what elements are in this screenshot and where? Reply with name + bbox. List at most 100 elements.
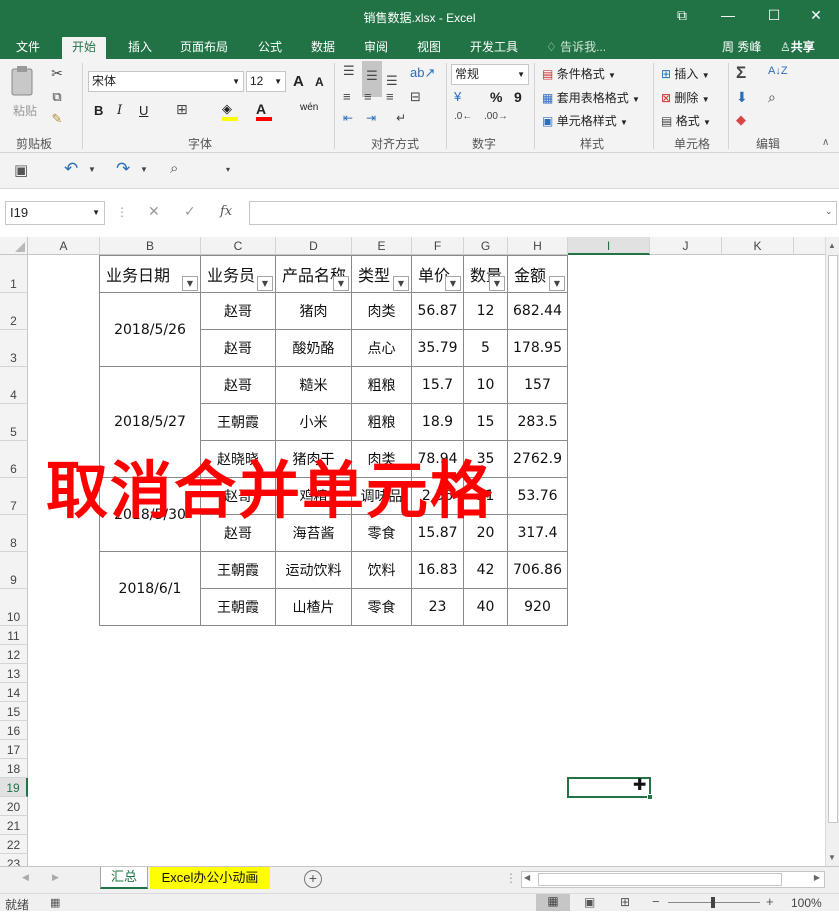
customize-toolbar-icon[interactable]: ▾	[226, 165, 230, 174]
font-name-select[interactable]: 宋体 ▼	[88, 71, 244, 92]
column-header-b[interactable]: B	[100, 237, 201, 255]
page-break-view-icon[interactable]: ⊞	[620, 895, 630, 909]
fill-color-button[interactable]: ◈	[222, 101, 242, 121]
row-header-13[interactable]: 13	[0, 664, 28, 683]
row-header-11[interactable]: 11	[0, 626, 28, 645]
salesperson-cell[interactable]: 赵哥	[201, 367, 276, 404]
cancel-entry-icon[interactable]: ✕	[148, 203, 160, 220]
italic-button[interactable]: I	[117, 103, 122, 118]
row-header-20[interactable]: 20	[0, 797, 28, 816]
column-header-j[interactable]: J	[650, 237, 722, 255]
filter-dropdown-icon[interactable]: ▼	[182, 276, 198, 291]
number-format-select[interactable]: 常规 ▼	[451, 64, 529, 85]
tab-insert[interactable]: 插入	[118, 37, 162, 59]
column-header-e[interactable]: E	[352, 237, 412, 255]
quantity-cell[interactable]: 10	[464, 367, 508, 404]
column-header-c[interactable]: C	[201, 237, 276, 255]
shrink-font-button[interactable]: A	[315, 75, 324, 89]
filter-dropdown-icon[interactable]: ▼	[445, 276, 461, 291]
scroll-up-icon[interactable]: ▲	[828, 241, 836, 250]
filter-dropdown-icon[interactable]: ▼	[257, 276, 273, 291]
font-size-select[interactable]: 12 ▼	[246, 71, 286, 92]
align-center-icon[interactable]: ≡	[364, 89, 372, 104]
header-cell-salesperson[interactable]: 业务员 ▼	[201, 256, 276, 293]
increase-indent-icon[interactable]: ⇥	[366, 111, 376, 125]
undo-icon[interactable]: ↶	[64, 159, 78, 179]
sort-filter-icon[interactable]: A↓Z	[768, 65, 788, 77]
ribbon-display-button[interactable]: ⧉	[659, 0, 705, 33]
add-sheet-icon[interactable]: +	[304, 870, 322, 888]
salesperson-cell[interactable]: 王朝霞	[201, 589, 276, 626]
price-cell[interactable]: 35.79	[412, 330, 464, 367]
vertical-scroll-thumb[interactable]	[828, 255, 838, 823]
header-cell-amount[interactable]: 金额 ▼	[508, 256, 568, 293]
increase-decimal-icon[interactable]: .0←	[454, 111, 472, 122]
minimize-button[interactable]: —	[705, 0, 751, 33]
find-select-icon[interactable]: ⌕	[768, 89, 776, 106]
zoom-out-icon[interactable]: −	[652, 894, 660, 909]
column-header-f[interactable]: F	[412, 237, 464, 255]
fill-icon[interactable]: ⬇	[736, 89, 748, 106]
cell-styles-button[interactable]: ▣ 单元格样式 ▼	[542, 112, 628, 129]
scroll-left-icon[interactable]: ◀	[524, 873, 530, 882]
redo-icon[interactable]: ↷	[116, 159, 130, 179]
row-header-3[interactable]: 3	[0, 330, 28, 367]
amount-cell[interactable]: 920	[508, 589, 568, 626]
percent-button[interactable]: %	[490, 89, 502, 105]
row-header-18[interactable]: 18	[0, 759, 28, 778]
type-cell[interactable]: 粗粮	[352, 404, 412, 441]
product-cell[interactable]: 小米	[276, 404, 352, 441]
product-cell[interactable]: 猪肉	[276, 293, 352, 330]
quantity-cell[interactable]: 12	[464, 293, 508, 330]
tab-review[interactable]: 审阅	[354, 37, 398, 59]
phonetic-button[interactable]: wén	[300, 102, 318, 113]
grow-font-button[interactable]: A	[293, 73, 304, 90]
zoom-in-icon[interactable]: +	[766, 894, 774, 909]
column-header-g[interactable]: G	[464, 237, 508, 255]
save-icon[interactable]: ▣	[14, 161, 28, 179]
fill-handle[interactable]	[647, 794, 653, 800]
product-cell[interactable]: 糙米	[276, 367, 352, 404]
column-header-a[interactable]: A	[28, 237, 100, 255]
user-name[interactable]: 周 秀峰	[722, 37, 761, 57]
quantity-cell[interactable]: 40	[464, 589, 508, 626]
expand-formula-bar-icon[interactable]: ⌄	[825, 206, 833, 217]
delete-cells-button[interactable]: ⊠ 删除 ▼	[661, 89, 710, 106]
date-cell[interactable]: 2018/6/1	[100, 552, 201, 626]
column-header-d[interactable]: D	[276, 237, 352, 255]
formula-input[interactable]	[249, 201, 837, 225]
row-header-15[interactable]: 15	[0, 702, 28, 721]
row-header-22[interactable]: 22	[0, 835, 28, 854]
tab-view[interactable]: 视图	[407, 37, 451, 59]
row-header-23[interactable]: 23	[0, 854, 28, 866]
chevron-down-icon[interactable]: ▼	[140, 165, 148, 174]
type-cell[interactable]: 肉类	[352, 293, 412, 330]
salesperson-cell[interactable]: 赵哥	[201, 293, 276, 330]
borders-icon[interactable]: ⊞	[176, 101, 188, 118]
underline-button[interactable]: U	[139, 103, 148, 118]
format-painter-icon[interactable]: ✎	[48, 111, 66, 127]
chevron-down-icon[interactable]: ▼	[88, 165, 96, 174]
format-as-table-button[interactable]: ▦ 套用表格格式 ▼	[542, 89, 640, 106]
column-header-k[interactable]: K	[722, 237, 794, 255]
column-header-h[interactable]: H	[508, 237, 568, 255]
share-button[interactable]: ♙共享	[780, 37, 815, 57]
next-sheet-icon[interactable]: ▶	[52, 872, 59, 883]
filter-dropdown-icon[interactable]: ▼	[333, 276, 349, 291]
amount-cell[interactable]: 283.5	[508, 404, 568, 441]
salesperson-cell[interactable]: 赵哥	[201, 330, 276, 367]
quantity-cell[interactable]: 42	[464, 552, 508, 589]
zoom-slider-thumb[interactable]	[711, 897, 715, 908]
tab-home[interactable]: 开始	[62, 37, 107, 59]
font-color-button[interactable]: A	[256, 101, 276, 121]
row-header-9[interactable]: 9	[0, 552, 28, 589]
bold-button[interactable]: B	[94, 103, 103, 118]
quantity-cell[interactable]: 15	[464, 404, 508, 441]
autosum-icon[interactable]: Σ	[736, 63, 746, 83]
amount-cell[interactable]: 178.95	[508, 330, 568, 367]
paste-button[interactable]: 粘贴	[8, 65, 42, 125]
decrease-indent-icon[interactable]: ⇤	[343, 111, 353, 125]
close-button[interactable]: ✕	[793, 0, 839, 33]
column-header-i[interactable]: I	[568, 237, 650, 255]
conditional-formatting-button[interactable]: ▤ 条件格式 ▼	[542, 65, 616, 82]
